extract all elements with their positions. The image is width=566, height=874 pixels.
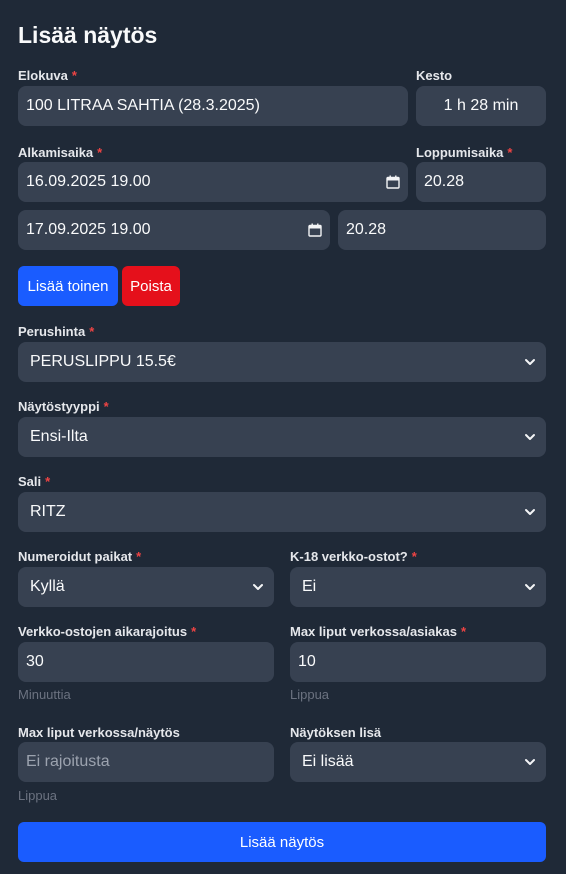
required-mark: * [103,399,109,414]
chevron-down-icon [524,508,536,516]
chevron-down-icon [524,433,536,441]
online-time-limit-label: Verkko-ostojen aikarajoitus * [18,624,197,639]
end-time-field[interactable]: 20.28 [416,162,546,202]
required-mark: * [411,549,417,564]
max-per-customer-input[interactable]: 10 [290,642,546,682]
showing-extra-label: Näytöksen lisä [290,725,382,740]
movie-label: Elokuva * [18,68,77,83]
max-per-showing-input[interactable]: Ei rajoitusta [18,742,274,782]
numbered-seats-select[interactable]: Kyllä [18,567,274,607]
required-mark: * [507,145,513,160]
hall-select[interactable]: RITZ [18,492,546,532]
end-time-label: Loppumisaika * [416,145,513,160]
max-per-showing-unit: Lippua [18,788,58,803]
end-time-field[interactable]: 20.28 [338,210,546,250]
start-time-label: Alkamisaika * [18,145,103,160]
duration-label: Kesto [416,68,453,83]
required-mark: * [45,474,51,489]
start-datetime-input[interactable]: 16.09.2025 19.00 [18,162,408,202]
submit-button[interactable]: Lisää näytös [18,822,546,862]
required-mark: * [136,549,142,564]
showing-type-label: Näytöstyyppi * [18,399,109,414]
k18-online-label: K-18 verkko-ostot? * [290,549,417,564]
online-time-limit-input[interactable]: 30 [18,642,274,682]
base-price-label: Perushinta * [18,324,95,339]
calendar-icon[interactable] [386,175,400,189]
add-another-button[interactable]: Lisää toinen [18,266,118,306]
max-per-customer-unit: Lippua [290,687,330,702]
required-mark: * [191,624,197,639]
chevron-down-icon [524,583,536,591]
base-price-select[interactable]: PERUSLIPPU 15.5€ [18,342,546,382]
chevron-down-icon [524,358,536,366]
required-mark: * [89,324,95,339]
calendar-icon[interactable] [308,223,322,237]
page-title: Lisää näytös [18,22,158,48]
required-mark: * [97,145,103,160]
chevron-down-icon [252,583,264,591]
required-mark: * [460,624,466,639]
duration-field: 1 h 28 min [416,86,546,126]
max-per-customer-label: Max liput verkossa/asiakas * [290,624,466,639]
max-per-showing-label: Max liput verkossa/näytös [18,725,180,740]
start-datetime-input[interactable]: 17.09.2025 19.00 [18,210,330,250]
k18-online-select[interactable]: Ei [290,567,546,607]
showing-type-select[interactable]: Ensi-Ilta [18,417,546,457]
required-mark: * [71,68,77,83]
chevron-down-icon [524,758,536,766]
hall-label: Sali * [18,474,51,489]
online-time-limit-unit: Minuuttia [18,687,71,702]
numbered-seats-label: Numeroidut paikat * [18,549,142,564]
remove-button[interactable]: Poista [122,266,180,306]
showing-extra-select[interactable]: Ei lisää [290,742,546,782]
movie-field[interactable]: 100 LITRAA SAHTIA (28.3.2025) [18,86,408,126]
